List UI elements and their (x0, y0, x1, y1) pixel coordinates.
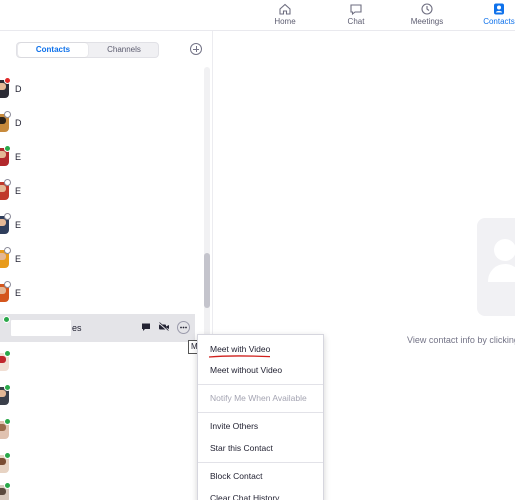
scrollbar-thumb[interactable] (204, 253, 210, 308)
nav-chat[interactable]: Chat (324, 2, 388, 27)
menu-notify-when-available: Notify Me When Available (210, 393, 307, 403)
contact-name: E (15, 288, 22, 298)
presence-online-icon (4, 384, 11, 391)
tab-contacts[interactable]: Contacts (18, 43, 88, 57)
red-annotation-underline (208, 355, 271, 358)
presence-online-icon (4, 418, 11, 425)
contact-row-hovered[interactable]: es (0, 314, 195, 342)
contact-name: D (15, 84, 22, 94)
chat-icon[interactable] (140, 322, 152, 334)
menu-star-contact[interactable]: Star this Contact (198, 438, 323, 458)
nav-home[interactable]: Home (253, 2, 317, 27)
contact-name: D (15, 118, 22, 128)
presence-online-icon (4, 482, 11, 489)
add-contact-button[interactable] (190, 43, 202, 55)
presence-online-icon (4, 350, 11, 357)
clock-icon (421, 3, 433, 15)
contact-row[interactable] (0, 381, 200, 411)
contacts-icon (494, 3, 504, 15)
menu-divider (198, 384, 323, 385)
contact-name: E (15, 220, 22, 230)
menu-divider (198, 412, 323, 413)
person-body-icon (488, 264, 515, 282)
presence-online-icon (4, 145, 11, 152)
contact-row[interactable]: E (0, 278, 200, 308)
video-off-icon[interactable] (158, 322, 170, 334)
presence-online-icon (3, 316, 10, 323)
contact-row[interactable] (0, 415, 200, 445)
contact-row[interactable]: E (0, 210, 200, 240)
contact-name: E (15, 152, 22, 162)
presence-offline-icon (4, 111, 11, 118)
contact-name: E (15, 254, 22, 264)
presence-offline-icon (4, 281, 11, 288)
menu-invite-others[interactable]: Invite Others (198, 416, 323, 436)
more-options-button[interactable] (177, 321, 190, 334)
contacts-sidebar: Contacts Channels D D E E E E E es (0, 31, 213, 500)
menu-block-contact[interactable]: Block Contact (198, 466, 323, 486)
contact-row[interactable]: D (0, 108, 200, 138)
nav-chat-label: Chat (347, 17, 365, 26)
contact-row[interactable] (0, 449, 200, 479)
contact-placeholder-illustration (477, 218, 515, 316)
contact-row[interactable]: E (0, 142, 200, 172)
nav-meetings-label: Meetings (410, 17, 444, 26)
contact-row[interactable]: E (0, 176, 200, 206)
contact-name: es (72, 323, 82, 333)
contact-row[interactable]: E (0, 244, 200, 274)
presence-online-icon (4, 452, 11, 459)
nav-contacts-label: Contacts (483, 17, 515, 26)
contacts-channels-toggle: Contacts Channels (16, 42, 159, 58)
menu-divider (198, 462, 323, 463)
person-head-icon (494, 239, 515, 261)
tab-channels[interactable]: Channels (89, 43, 159, 57)
home-icon (279, 3, 291, 15)
nav-contacts[interactable]: Contacts (467, 2, 515, 27)
empty-state-hint: View contact info by clicking (407, 335, 515, 345)
nav-home-label: Home (274, 17, 296, 26)
redacted-name (11, 320, 71, 336)
contact-context-menu: Meet with Video Meet without Video Notif… (197, 334, 324, 500)
presence-offline-icon (4, 179, 11, 186)
contact-row[interactable] (0, 479, 200, 500)
presence-busy-icon (4, 77, 11, 84)
presence-offline-icon (4, 213, 11, 220)
nav-meetings[interactable]: Meetings (395, 2, 459, 27)
ellipsis-icon (180, 326, 187, 329)
menu-meet-without-video[interactable]: Meet without Video (198, 360, 323, 380)
contact-row[interactable] (0, 347, 200, 377)
top-navigation: Home Chat Meetings Contacts (0, 0, 515, 31)
contact-name: E (15, 186, 22, 196)
chat-icon (350, 4, 362, 16)
presence-offline-icon (4, 247, 11, 254)
contact-row[interactable]: D (0, 74, 200, 104)
menu-clear-chat-history[interactable]: Clear Chat History (198, 488, 323, 500)
